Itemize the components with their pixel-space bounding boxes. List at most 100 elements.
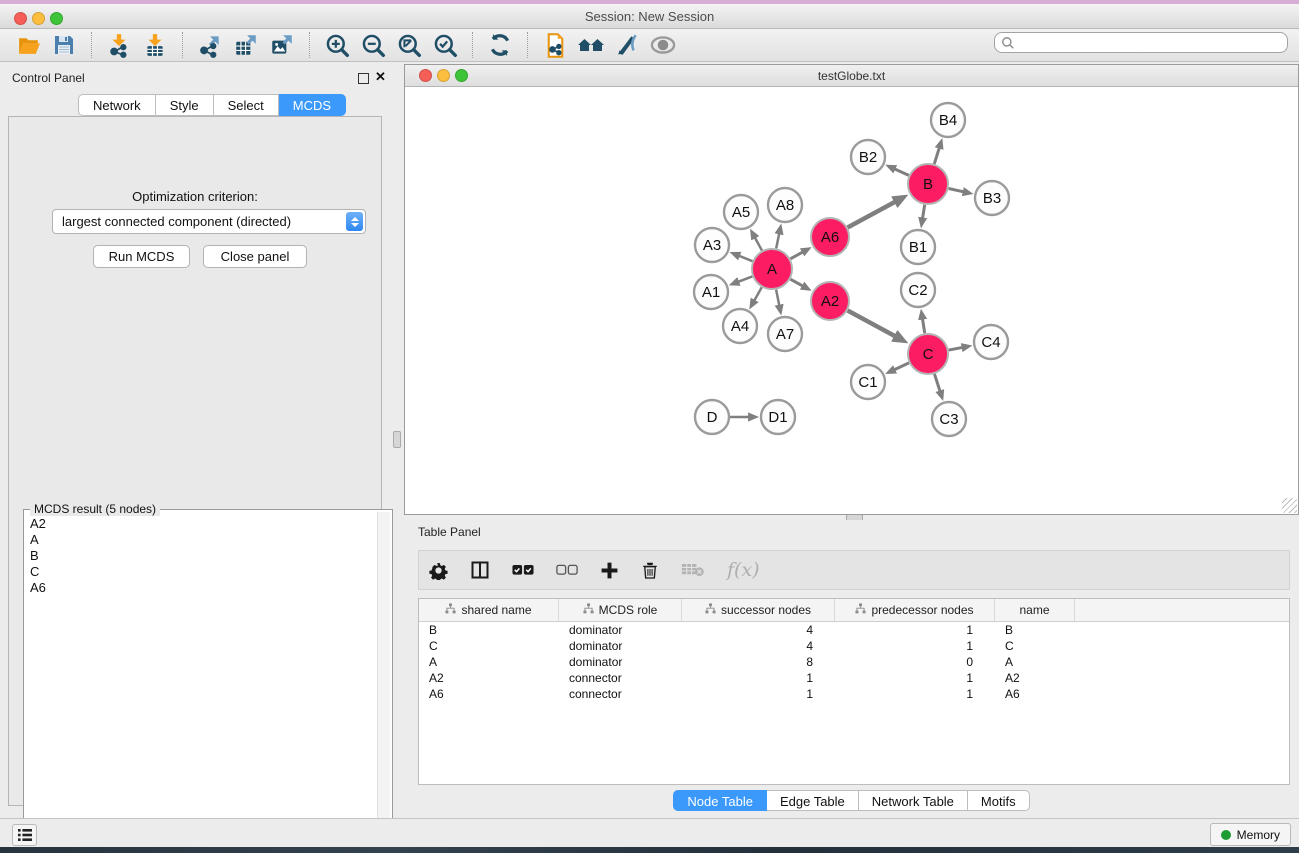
node-B[interactable]: B [908,164,948,204]
import-table-icon[interactable] [137,30,173,60]
edge-C-C3[interactable] [934,374,940,391]
column-header-name[interactable]: name [995,599,1075,621]
export-image-icon[interactable] [264,30,300,60]
table-cell[interactable]: 0 [835,654,995,670]
table-cell[interactable]: A2 [419,670,559,686]
tab-motifs[interactable]: Motifs [968,790,1030,811]
refresh-view-icon[interactable] [482,30,518,60]
resize-grip-icon[interactable] [1282,498,1297,513]
node-B1[interactable]: B1 [901,230,935,264]
node-C2[interactable]: C2 [901,273,935,307]
network-canvas[interactable]: B4B2BB3A8A5A6A3B1AA1C2A2A4A7C4CC1C3DD1 [405,87,1298,514]
import-network-icon[interactable] [101,30,137,60]
column-header-MCDS-role[interactable]: MCDS role [559,599,682,621]
float-panel-icon[interactable] [358,73,369,84]
column-header-predecessor-nodes[interactable]: predecessor nodes [835,599,995,621]
add-row-icon[interactable] [600,561,619,580]
node-A8[interactable]: A8 [768,188,802,222]
open-session-icon[interactable] [10,30,46,60]
table-row[interactable]: Adominator80A [419,654,1289,670]
export-table-icon[interactable] [228,30,264,60]
table-cell[interactable]: 1 [682,670,835,686]
deselect-all-icon[interactable] [556,564,578,576]
edge-C-C2[interactable] [922,319,924,334]
list-scrollbar[interactable] [377,512,390,852]
show-hide-eye-icon[interactable] [645,30,681,60]
node-C[interactable]: C [908,334,948,374]
tab-mcds[interactable]: MCDS [279,94,346,116]
column-header-successor-nodes[interactable]: successor nodes [682,599,835,621]
edge-A-A7[interactable] [776,290,779,306]
edge-A-A4[interactable] [754,287,762,300]
export-network-icon[interactable] [192,30,228,60]
function-builder-icon[interactable]: f(x) [727,559,760,581]
delete-table-icon[interactable] [681,562,705,578]
node-A6[interactable]: A6 [811,218,849,256]
delete-row-icon[interactable] [641,561,659,580]
table-cell[interactable]: 1 [835,670,995,686]
table-cell[interactable]: 1 [835,622,995,638]
edge-A2-C[interactable] [848,311,896,337]
node-D[interactable]: D [695,400,729,434]
table-cell[interactable]: A2 [995,670,1075,686]
edge-C-C4[interactable] [949,347,963,350]
criterion-select[interactable]: largest connected component (directed) [52,209,366,234]
table-cell[interactable]: dominator [559,638,682,654]
node-A3[interactable]: A3 [695,228,729,262]
vertical-splitter-grip[interactable] [393,431,401,448]
node-A2[interactable]: A2 [811,282,849,320]
close-panel-icon[interactable]: ✕ [375,70,386,84]
edge-A-A3[interactable] [739,256,753,261]
tab-select[interactable]: Select [214,94,279,116]
table-cell[interactable]: C [995,638,1075,654]
table-cell[interactable]: 8 [682,654,835,670]
table-row[interactable]: Cdominator41C [419,638,1289,654]
table-cell[interactable]: A6 [995,686,1075,702]
tab-network-table[interactable]: Network Table [859,790,968,811]
mcds-result-item[interactable]: C [26,564,376,580]
edge-B-B2[interactable] [894,169,908,175]
node-A7[interactable]: A7 [768,317,802,351]
table-cell[interactable]: connector [559,686,682,702]
table-cell[interactable]: 1 [835,638,995,654]
table-cell[interactable]: A [419,654,559,670]
table-row[interactable]: A6connector11A6 [419,686,1289,702]
edge-A-A5[interactable] [755,237,762,250]
select-all-icon[interactable] [512,564,534,576]
show-hide-columns-icon[interactable] [470,560,490,580]
edge-A-A1[interactable] [738,276,752,281]
node-D1[interactable]: D1 [761,400,795,434]
table-cell[interactable]: B [995,622,1075,638]
tab-node-table[interactable]: Node Table [673,790,767,811]
mcds-result-item[interactable]: B [26,548,376,564]
column-header-shared-name[interactable]: shared name [419,599,559,621]
node-B4[interactable]: B4 [931,103,965,137]
table-cell[interactable]: C [419,638,559,654]
node-A4[interactable]: A4 [723,309,757,343]
node-A1[interactable]: A1 [694,275,728,309]
edge-A6-B[interactable] [848,202,896,228]
edge-A-A2[interactable] [790,279,802,286]
edge-B-B4[interactable] [934,148,939,164]
home-icon[interactable] [573,30,609,60]
node-A[interactable]: A [752,249,792,289]
table-cell[interactable]: 1 [682,686,835,702]
mcds-result-list[interactable]: A2ABCA6 [26,516,376,852]
memory-button[interactable]: Memory [1210,823,1291,846]
node-B3[interactable]: B3 [975,181,1009,215]
network-graph[interactable]: B4B2BB3A8A5A6A3B1AA1C2A2A4A7C4CC1C3DD1 [405,87,1298,514]
zoom-selected-icon[interactable] [427,30,463,60]
search-input[interactable] [994,32,1288,53]
mcds-result-item[interactable]: A2 [26,516,376,532]
node-table[interactable]: shared nameMCDS rolesuccessor nodesprede… [418,598,1290,785]
node-C1[interactable]: C1 [851,365,885,399]
table-cell[interactable]: B [419,622,559,638]
zoom-fit-icon[interactable] [391,30,427,60]
tab-network[interactable]: Network [78,94,156,116]
edge-A-A8[interactable] [776,233,779,248]
edge-B-B3[interactable] [949,188,964,191]
table-cell[interactable]: A [995,654,1075,670]
tab-style[interactable]: Style [156,94,214,116]
edge-C-C1[interactable] [894,363,909,370]
task-history-button[interactable] [12,824,37,846]
